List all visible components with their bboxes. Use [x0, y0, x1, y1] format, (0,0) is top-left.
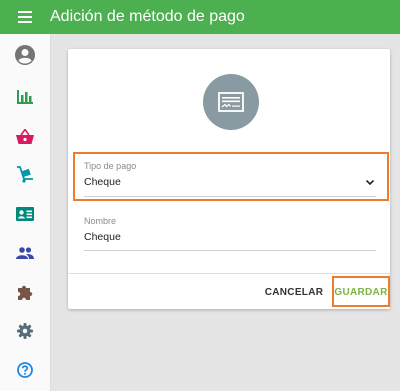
sidebar-item-users[interactable]	[0, 235, 50, 271]
sidebar-item-purchases[interactable]	[0, 156, 50, 192]
contact-card-icon	[16, 207, 34, 221]
top-app-bar: Adición de método de pago	[0, 0, 400, 34]
dolly-icon	[17, 165, 33, 183]
sidebar-item-extensions[interactable]	[0, 274, 50, 310]
name-field[interactable]: Nombre Cheque	[84, 216, 376, 251]
sidebar-item-help[interactable]	[0, 352, 50, 388]
sidebar-item-account[interactable]	[0, 37, 50, 73]
name-underline	[84, 250, 376, 251]
name-value: Cheque	[84, 231, 121, 243]
help-icon	[17, 362, 33, 378]
payment-method-avatar	[203, 74, 259, 130]
payment-cheque-icon	[218, 92, 244, 112]
hamburger-menu-button[interactable]	[0, 0, 50, 34]
page-title: Adición de método de pago	[50, 8, 245, 25]
shopping-basket-icon	[16, 128, 34, 144]
sidebar-item-contacts[interactable]	[0, 196, 50, 232]
save-button-highlight	[332, 276, 390, 307]
name-label: Nombre	[84, 216, 117, 226]
menu-icon	[18, 11, 32, 23]
sidebar-item-sales[interactable]	[0, 118, 50, 154]
sidebar	[0, 34, 51, 391]
account-circle-icon	[15, 45, 35, 65]
actions-divider	[68, 273, 390, 274]
settings-icon	[17, 323, 33, 339]
people-icon	[16, 247, 34, 259]
sidebar-item-settings[interactable]	[0, 313, 50, 349]
cancel-button[interactable]: CANCELAR	[264, 278, 324, 306]
sidebar-item-reports[interactable]	[0, 79, 50, 115]
bar-chart-icon	[17, 90, 33, 104]
puzzle-icon	[17, 285, 32, 300]
payment-type-highlight	[73, 152, 389, 201]
